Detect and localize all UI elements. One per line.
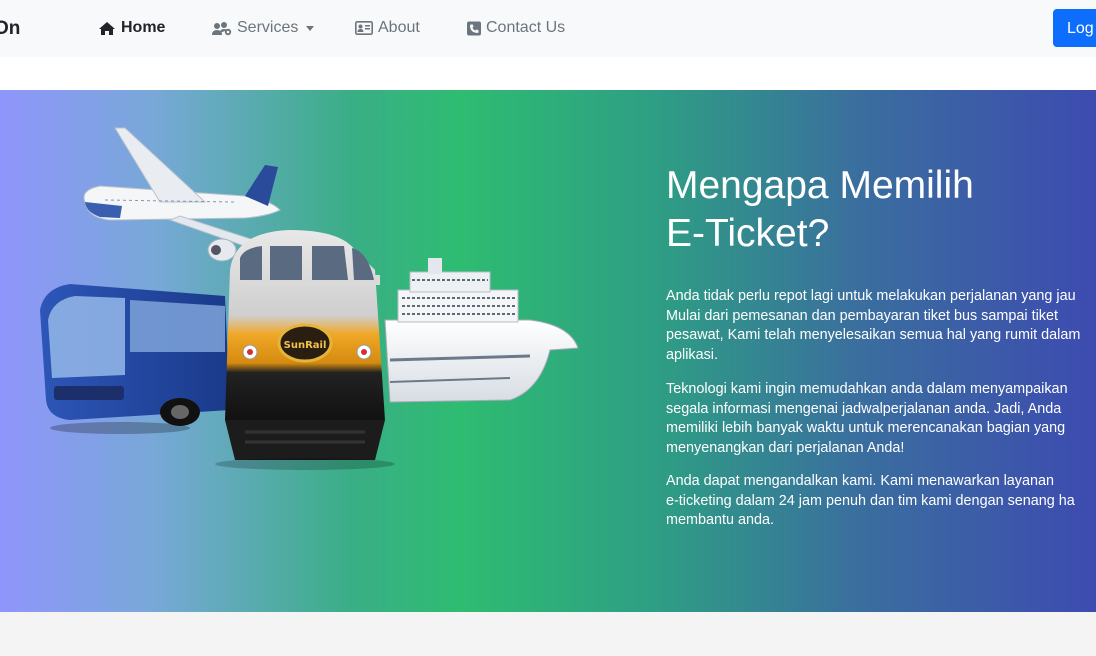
hero-title-line2: E-Ticket?	[666, 212, 830, 255]
nav-contact-label: Contact Us	[486, 19, 566, 36]
train-image: SunRail	[215, 230, 395, 470]
nav-services[interactable]: Services	[212, 19, 315, 37]
hero-title-line1: Mengapa Memilih	[666, 164, 974, 207]
hero-paragraph-3: Anda dapat mengandalkan kami. Kami menaw…	[666, 472, 1096, 531]
next-section	[0, 612, 1096, 656]
text-line: membantu anda.	[666, 512, 775, 528]
nav-home-label: Home	[121, 19, 166, 36]
navbar: On Home Services About Contact Us Log	[0, 0, 1096, 57]
brand-logo[interactable]: On	[0, 18, 20, 40]
text-line: menyenangkan dari perjalanan Anda!	[666, 439, 905, 456]
text-line: pesawat, Kami telah menyelesaikan semua …	[666, 327, 1081, 343]
nav-contact[interactable]: Contact Us	[467, 19, 565, 37]
text-line: segala informasi mengenai jadwalperjalan…	[666, 400, 1062, 417]
chevron-down-icon	[306, 25, 315, 31]
bus-image	[40, 284, 230, 434]
phone-square-icon	[467, 21, 481, 36]
nav-about-label: About	[378, 19, 420, 36]
transport-illustration: SunRail	[40, 127, 579, 470]
text-line: Teknologi kami ingin memudahkan anda dal…	[666, 381, 1068, 397]
id-card-icon	[355, 21, 373, 35]
hero-paragraph-2: Teknologi kami ingin memudahkan anda dal…	[666, 380, 1096, 458]
hero-title: Mengapa Memilih E-Ticket?	[666, 162, 1086, 258]
users-cog-icon	[212, 21, 232, 36]
text-line: aplikasi.	[666, 346, 718, 363]
text-line: Anda dapat mengandalkan kami. Kami menaw…	[666, 473, 1054, 489]
text-line: memiliki lebih banyak waktu untuk merenc…	[666, 420, 1066, 436]
text-line: Anda tidak perlu repot lagi untuk melaku…	[666, 288, 1076, 304]
ship-image	[384, 258, 579, 403]
login-button[interactable]: Log	[1053, 9, 1096, 47]
hero-section: SunRail Mengapa Memilih E-Ticket? Anda t…	[0, 90, 1096, 612]
home-icon	[98, 21, 116, 36]
nav-home[interactable]: Home	[98, 19, 165, 37]
hero-paragraph-1: Anda tidak perlu repot lagi untuk melaku…	[666, 287, 1096, 365]
svg-text:SunRail: SunRail	[284, 340, 327, 351]
nav-about[interactable]: About	[355, 19, 420, 37]
nav-services-label: Services	[237, 19, 299, 36]
text-line: e-ticketing dalam 24 jam penuh dan tim k…	[666, 492, 1075, 509]
text-line: Mulai dari pemesanan dan pembayaran tike…	[666, 307, 1058, 324]
